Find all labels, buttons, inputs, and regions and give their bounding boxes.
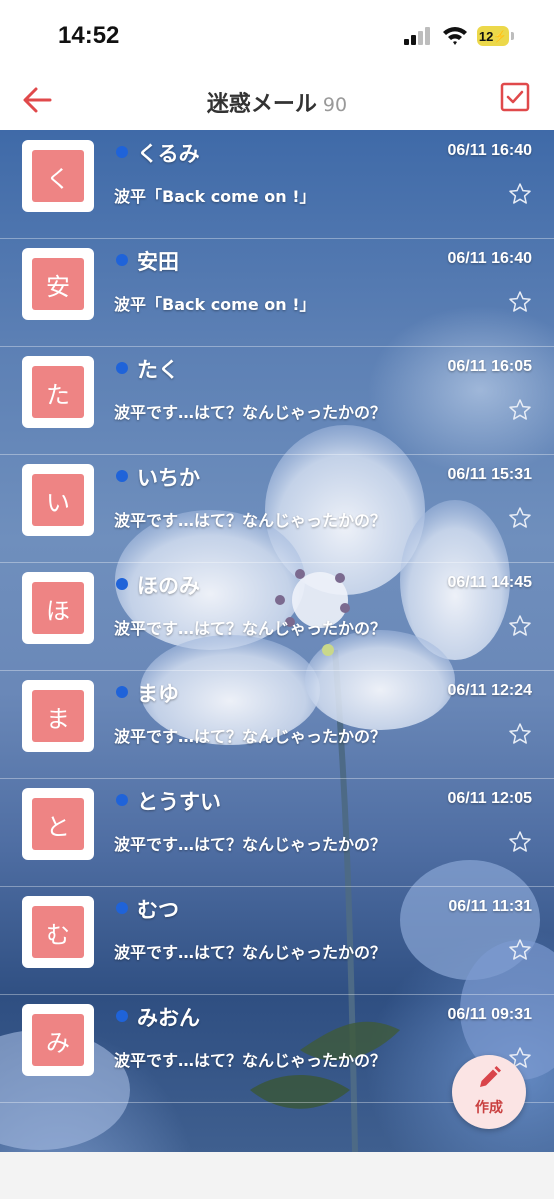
avatar-initial: い <box>32 474 84 526</box>
list-item[interactable]: 安 安田 06/11 16:40 波平「Back come on !」 <box>0 238 554 347</box>
avatar-initial: と <box>32 798 84 850</box>
sender-name: みおん <box>137 1006 200 1030</box>
star-icon[interactable] <box>508 938 532 962</box>
compose-button[interactable]: 作成 <box>452 1055 526 1129</box>
avatar: と <box>22 788 94 860</box>
message-subject: 波平です…はて？なんじゃったかの？ <box>114 511 387 530</box>
message-subject: 波平です…はて？なんじゃったかの？ <box>114 835 387 854</box>
list-item[interactable]: む むつ 06/11 11:31 波平です…はて？なんじゃったかの？ <box>0 886 554 995</box>
battery-icon: 12 ⚡ <box>477 26 509 46</box>
unread-dot-icon <box>116 362 128 374</box>
avatar-initial: く <box>32 150 84 202</box>
message-subject: 波平です…はて？なんじゃったかの？ <box>114 619 387 638</box>
star-icon[interactable] <box>508 398 532 422</box>
message-date: 06/11 14:45 <box>447 574 532 591</box>
star-icon[interactable] <box>508 182 532 206</box>
unread-dot-icon <box>116 578 128 590</box>
message-date: 06/11 16:40 <box>447 142 532 159</box>
unread-dot-icon <box>116 254 128 266</box>
avatar: い <box>22 464 94 536</box>
message-date: 06/11 12:24 <box>447 682 532 699</box>
message-date: 06/11 16:05 <box>447 358 532 375</box>
sender-name: たく <box>137 358 179 382</box>
sender-name: むつ <box>137 898 179 922</box>
list-item[interactable]: く くるみ 06/11 16:40 波平「Back come on !」 <box>0 130 554 239</box>
sender-name: いちか <box>137 466 200 490</box>
sender-name: とうすい <box>137 790 221 814</box>
avatar: く <box>22 140 94 212</box>
message-date: 06/11 12:05 <box>447 790 532 807</box>
cellular-signal-icon <box>404 27 434 45</box>
message-count: 90 <box>322 94 348 116</box>
avatar-initial: ほ <box>32 582 84 634</box>
sender-name: ほのみ <box>137 574 200 598</box>
sender-name: 安田 <box>137 250 179 274</box>
avatar-initial: ま <box>32 690 84 742</box>
status-time: 14:52 <box>58 22 120 49</box>
message-date: 06/11 09:31 <box>447 1006 532 1023</box>
avatar: ま <box>22 680 94 752</box>
avatar-initial: た <box>32 366 84 418</box>
message-subject: 波平です…はて？なんじゃったかの？ <box>114 1051 387 1070</box>
avatar: む <box>22 896 94 968</box>
sender-name: くるみ <box>137 142 200 166</box>
page-title: 迷惑メール 90 <box>0 86 554 118</box>
checkbox-icon[interactable] <box>500 82 530 112</box>
status-bar: 14:52 12 ⚡ <box>0 0 554 72</box>
avatar-initial: み <box>32 1014 84 1066</box>
avatar-initial: む <box>32 906 84 958</box>
message-subject: 波平です…はて？なんじゃったかの？ <box>114 943 387 962</box>
avatar-initial: 安 <box>32 258 84 310</box>
bottom-bar <box>0 1152 554 1199</box>
sender-name: まゆ <box>137 682 179 706</box>
unread-dot-icon <box>116 794 128 806</box>
battery-cap <box>511 32 514 40</box>
unread-dot-icon <box>116 146 128 158</box>
avatar: 安 <box>22 248 94 320</box>
battery-level: 12 <box>478 28 494 44</box>
message-date: 06/11 15:31 <box>447 466 532 483</box>
list-item[interactable]: と とうすい 06/11 12:05 波平です…はて？なんじゃったかの？ <box>0 778 554 887</box>
avatar: た <box>22 356 94 428</box>
message-date: 06/11 16:40 <box>447 250 532 267</box>
message-subject: 波平「Back come on !」 <box>114 295 316 314</box>
message-subject: 波平です…はて？なんじゃったかの？ <box>114 403 387 422</box>
pencil-icon <box>480 1066 501 1087</box>
list-item[interactable]: ほ ほのみ 06/11 14:45 波平です…はて？なんじゃったかの？ <box>0 562 554 671</box>
list-item[interactable]: た たく 06/11 16:05 波平です…はて？なんじゃったかの？ <box>0 346 554 455</box>
unread-dot-icon <box>116 1010 128 1022</box>
star-icon[interactable] <box>508 830 532 854</box>
nav-bar: 迷惑メール 90 <box>0 72 554 130</box>
star-icon[interactable] <box>508 614 532 638</box>
unread-dot-icon <box>116 902 128 914</box>
message-subject: 波平です…はて？なんじゃったかの？ <box>114 727 387 746</box>
list-item[interactable]: ま まゆ 06/11 12:24 波平です…はて？なんじゃったかの？ <box>0 670 554 779</box>
page-title-text: 迷惑メール <box>206 92 317 117</box>
star-icon[interactable] <box>508 290 532 314</box>
star-icon[interactable] <box>508 722 532 746</box>
list-item[interactable]: い いちか 06/11 15:31 波平です…はて？なんじゃったかの？ <box>0 454 554 563</box>
avatar: ほ <box>22 572 94 644</box>
avatar: み <box>22 1004 94 1076</box>
message-subject: 波平「Back come on !」 <box>114 187 316 206</box>
star-icon[interactable] <box>508 506 532 530</box>
message-date: 06/11 11:31 <box>448 898 532 915</box>
unread-dot-icon <box>116 686 128 698</box>
unread-dot-icon <box>116 470 128 482</box>
wifi-icon <box>443 27 467 45</box>
compose-label: 作成 <box>475 1100 503 1116</box>
